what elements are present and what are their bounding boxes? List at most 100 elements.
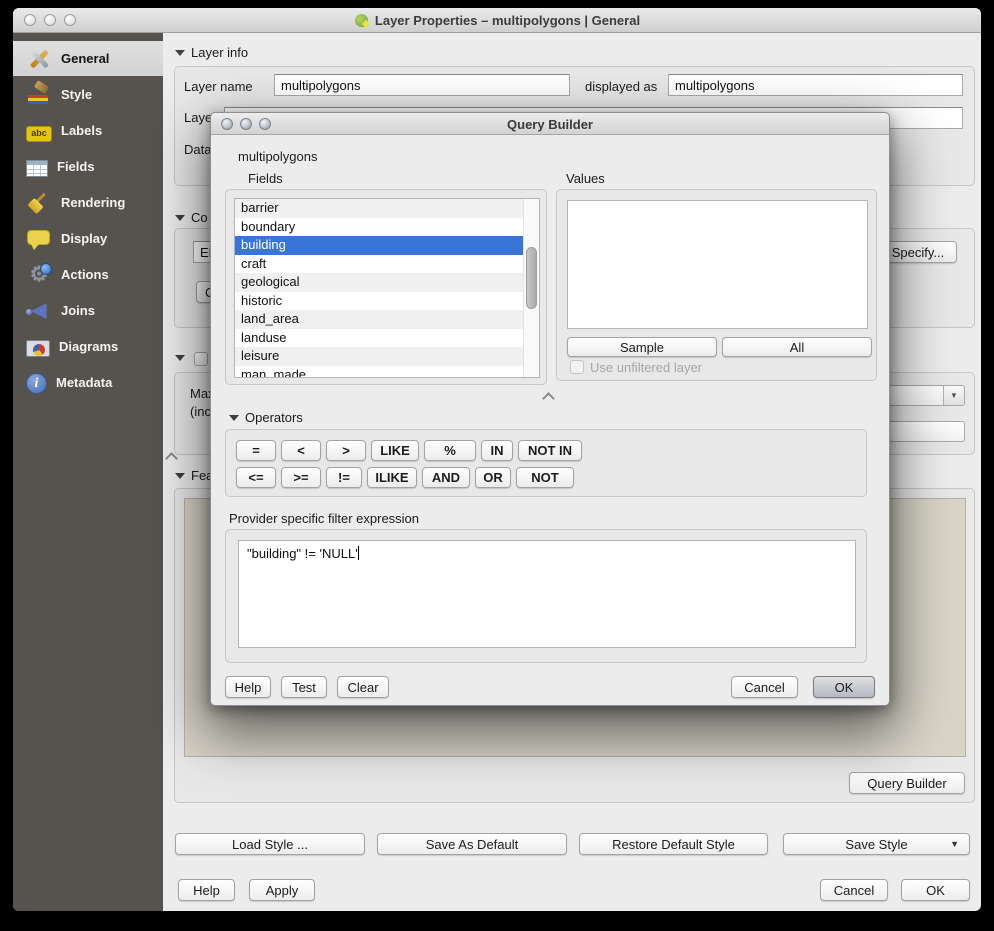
layer-info-header[interactable]: Layer info (175, 45, 248, 60)
table-icon (26, 160, 48, 177)
collapse-triangle-icon (175, 50, 185, 56)
restore-default-style-button[interactable]: Restore Default Style (579, 833, 768, 855)
sidebar-item-labels[interactable]: abc Labels (13, 113, 163, 148)
collapse-triangle-icon (175, 473, 185, 479)
apply-button[interactable]: Apply (249, 879, 315, 901)
scrollbar-thumb[interactable] (526, 247, 537, 309)
operator-button[interactable]: OR (475, 467, 511, 488)
sidebar-item-diagrams[interactable]: Diagrams (13, 329, 163, 364)
field-item[interactable]: boundary (235, 218, 539, 237)
desktop: Layer Properties – multipolygons | Gener… (0, 0, 994, 931)
operator-button[interactable]: <= (236, 467, 276, 488)
displayed-as-input[interactable]: multipolygons (668, 74, 963, 96)
filter-expression-textarea[interactable]: "building" != 'NULL' (238, 540, 856, 648)
sidebar-item-style[interactable]: Style (13, 77, 163, 112)
operator-button[interactable]: > (326, 440, 366, 461)
field-item[interactable]: landuse (235, 329, 539, 348)
filter-expression-group: "building" != 'NULL' (225, 529, 867, 663)
query-builder-dialog: Query Builder multipolygons Fields Value… (210, 112, 890, 706)
field-item[interactable]: barrier (235, 199, 539, 218)
load-style-button[interactable]: Load Style ... (175, 833, 365, 855)
sidebar-item-label: Display (61, 231, 107, 246)
operator-button[interactable]: NOT IN (518, 440, 582, 461)
operator-button[interactable]: ILIKE (367, 467, 417, 488)
help-button[interactable]: Help (178, 879, 235, 901)
layer-source-label: Laye (184, 110, 212, 125)
dialog-title: Query Builder (211, 113, 889, 135)
displayed-as-label: displayed as (585, 79, 657, 94)
cancel-button[interactable]: Cancel (820, 879, 888, 901)
gear-icon: ⚙ (26, 262, 52, 288)
all-button[interactable]: All (722, 337, 872, 357)
crs-header[interactable]: Co (175, 210, 208, 225)
collapse-triangle-icon (175, 215, 185, 221)
dialog-titlebar[interactable]: Query Builder (211, 113, 889, 135)
sidebar-item-display[interactable]: Display (13, 221, 163, 256)
sidebar-item-joins[interactable]: ◀ Joins (13, 293, 163, 328)
filter-expression-label: Provider specific filter expression (229, 511, 419, 526)
sidebar-item-rendering[interactable]: Rendering (13, 185, 163, 220)
sidebar-item-label: Metadata (56, 375, 112, 390)
save-style-button[interactable]: Save Style ▼ (783, 833, 970, 855)
operators-header[interactable]: Operators (229, 410, 303, 425)
sample-button[interactable]: Sample (567, 337, 717, 357)
operator-button[interactable]: < (281, 440, 321, 461)
field-item[interactable]: land_area (235, 310, 539, 329)
scale-visibility-checkbox[interactable] (194, 352, 208, 366)
operator-button[interactable]: = (236, 440, 276, 461)
field-item-selected[interactable]: building (235, 236, 539, 255)
splitter-handle[interactable] (542, 392, 555, 405)
dialog-ok-button[interactable]: OK (813, 676, 875, 698)
sidebar-item-label: Diagrams (59, 339, 118, 354)
info-icon: i (26, 373, 47, 394)
dialog-help-button[interactable]: Help (225, 676, 271, 698)
operator-button[interactable]: AND (422, 467, 470, 488)
speech-bubble-icon (26, 226, 52, 252)
test-button[interactable]: Test (281, 676, 327, 698)
field-item[interactable]: man_made (235, 366, 539, 379)
text-cursor (358, 546, 359, 560)
feature-subset-header[interactable]: Fea (175, 468, 213, 483)
fields-group: barrier boundary building craft geologic… (225, 189, 547, 385)
save-as-default-button[interactable]: Save As Default (377, 833, 567, 855)
values-label: Values (566, 171, 605, 186)
layer-name-label: Layer name (184, 79, 253, 94)
data-source-label: Data (184, 142, 211, 157)
field-item[interactable]: leisure (235, 347, 539, 366)
sidebar-item-label: Actions (61, 267, 109, 282)
specify-crs-button[interactable]: Specify... (879, 241, 957, 263)
properties-sidebar: General Style abc Labels Fields Renderin… (13, 33, 163, 911)
operator-button[interactable]: != (326, 467, 362, 488)
join-arrow-icon: ◀ (26, 298, 52, 324)
chevron-down-icon: ▼ (950, 839, 959, 849)
collapse-triangle-icon (175, 355, 185, 361)
use-unfiltered-label: Use unfiltered layer (590, 360, 702, 375)
query-builder-button[interactable]: Query Builder (849, 772, 965, 794)
operator-button[interactable]: % (424, 440, 476, 461)
values-list[interactable] (567, 200, 868, 329)
operator-button[interactable]: >= (281, 467, 321, 488)
fields-list[interactable]: barrier boundary building craft geologic… (234, 198, 540, 378)
fields-label: Fields (248, 171, 283, 186)
field-item[interactable]: geological (235, 273, 539, 292)
abc-tag-icon: abc (26, 126, 52, 142)
clear-button[interactable]: Clear (337, 676, 389, 698)
collapse-triangle-icon (229, 415, 239, 421)
dialog-cancel-button[interactable]: Cancel (731, 676, 798, 698)
sidebar-item-label: Fields (57, 159, 95, 174)
scale-visibility-header[interactable] (175, 355, 185, 361)
operator-button[interactable]: NOT (516, 467, 574, 488)
sidebar-item-metadata[interactable]: i Metadata (13, 365, 163, 400)
ok-button[interactable]: OK (901, 879, 970, 901)
sidebar-item-general[interactable]: General (13, 41, 163, 76)
operator-button[interactable]: LIKE (371, 440, 419, 461)
window-titlebar[interactable]: Layer Properties – multipolygons | Gener… (13, 8, 981, 33)
operator-button[interactable]: IN (481, 440, 513, 461)
use-unfiltered-checkbox[interactable] (570, 360, 584, 374)
sidebar-item-fields[interactable]: Fields (13, 149, 163, 184)
sidebar-item-label: Joins (61, 303, 95, 318)
layer-name-input[interactable]: multipolygons (274, 74, 570, 96)
field-item[interactable]: craft (235, 255, 539, 274)
sidebar-item-actions[interactable]: ⚙ Actions (13, 257, 163, 292)
field-item[interactable]: historic (235, 292, 539, 311)
